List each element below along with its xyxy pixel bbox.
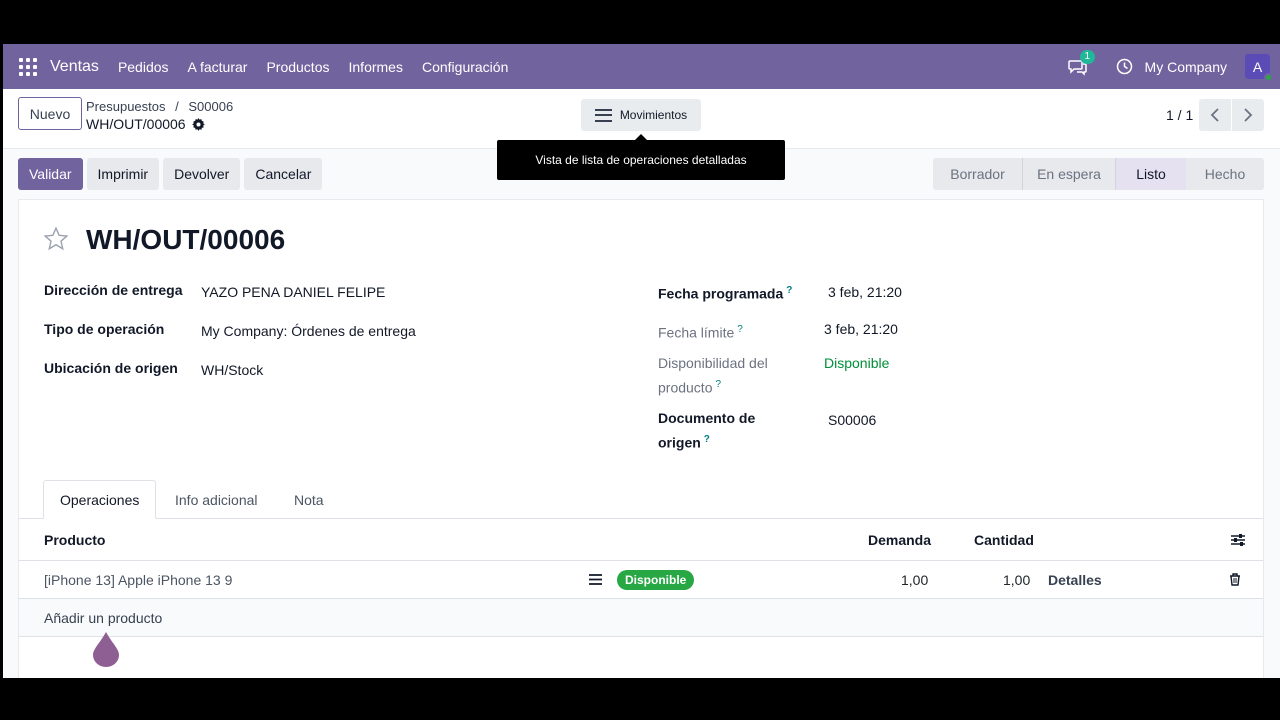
col-product[interactable]: Producto [44,520,105,560]
breadcrumb: Presupuestos / S00006 [86,99,233,114]
origin-document-label: Documento de origen? [658,408,755,454]
top-navbar: Ventas Pedidos A facturar Productos Info… [3,44,1280,89]
breadcrumb-presupuestos[interactable]: Presupuestos [86,99,166,114]
sliders-icon [1231,534,1245,546]
breadcrumb-order[interactable]: S00006 [188,99,233,114]
delivery-address-label: Dirección de entrega [44,282,183,298]
row-product[interactable]: [iPhone 13] Apple iPhone 13 9 [44,561,232,598]
cancel-button[interactable]: Cancelar [244,158,323,190]
row-demand[interactable]: 1,00 [901,561,928,598]
help-icon[interactable]: ? [715,379,721,390]
menu-pedidos[interactable]: Pedidos [118,59,169,75]
delivery-address-value[interactable]: YAZO PENA DANIEL FELIPE [201,284,385,300]
delete-row-button[interactable] [1229,561,1241,598]
print-button[interactable]: Imprimir [86,158,160,190]
row-status: Disponible [617,561,695,598]
gear-icon[interactable] [191,117,205,131]
menu-productos[interactable]: Productos [266,59,329,75]
scheduled-date-label: Fecha programada? [658,280,792,305]
add-product-row: Añadir un producto [19,599,1263,637]
app-window: Ventas Pedidos A facturar Productos Info… [3,44,1280,678]
deadline-label-text: Fecha límite [658,324,735,341]
star-icon[interactable] [43,226,69,252]
movements-label: Movimientos [619,108,688,122]
apps-menu-icon[interactable] [19,57,37,76]
availability-label-line1: Disponibilidad del [658,355,768,371]
scheduled-date-label-text: Fecha programada [658,285,784,302]
return-button[interactable]: Devolver [163,158,241,190]
scheduled-date-value[interactable]: 3 feb, 21:20 [828,284,902,300]
list-icon [594,108,612,122]
row-quantity[interactable]: 1,00 [1003,561,1030,598]
operation-type-value[interactable]: My Company: Órdenes de entrega [201,323,416,339]
list-icon [589,574,602,585]
validate-button[interactable]: Validar [18,158,83,190]
status-bar: Borrador En espera Listo Hecho [933,158,1264,190]
trash-icon [1230,573,1240,586]
source-location-label: Ubicación de origen [44,360,178,376]
notebook-tabs: Operaciones Info adicional Nota [19,480,1263,519]
record-title: WH/OUT/00006 [86,224,286,255]
stage-hecho[interactable]: Hecho [1186,158,1264,190]
company-switcher[interactable]: My Company [1145,59,1227,75]
col-demand[interactable]: Demanda [868,520,931,560]
table-header: Producto Demanda Cantidad [19,520,1263,561]
origin-document-label-line1: Documento de [658,410,756,426]
row-details-menu[interactable] [589,561,602,598]
col-quantity[interactable]: Cantidad [974,520,1034,560]
availability-label: Disponibilidad del producto? [658,353,768,399]
deadline-label: Fecha límite? [658,319,743,344]
drag-handle-icon [93,632,119,667]
help-icon[interactable]: ? [704,434,710,445]
pager-value[interactable]: 1 / 1 [1166,107,1193,123]
tab-nota[interactable]: Nota [278,480,340,519]
operation-type-label: Tipo de operación [44,321,165,337]
origin-document-label-line2: origen [658,434,701,451]
optional-columns-toggle[interactable] [1230,520,1246,560]
new-button[interactable]: Nuevo [18,97,82,130]
origin-document-value[interactable]: S00006 [828,412,876,428]
stage-borrador[interactable]: Borrador [933,158,1023,190]
menu-a-facturar[interactable]: A facturar [188,59,248,75]
activity-clock-icon[interactable] [1116,58,1133,75]
action-buttons: Validar Imprimir Devolver Cancelar [18,158,323,190]
app-name[interactable]: Ventas [50,58,99,76]
tab-info-adicional[interactable]: Info adicional [159,480,274,519]
message-count-badge: 1 [1079,49,1096,64]
chevron-right-icon [1244,108,1253,122]
menu-informes[interactable]: Informes [349,59,403,75]
online-status-dot [1264,73,1273,82]
record-name: WH/OUT/00006 [86,116,186,132]
tab-operaciones[interactable]: Operaciones [43,480,157,519]
deadline-value: 3 feb, 21:20 [824,321,898,337]
current-record: WH/OUT/00006 [86,116,205,132]
form-sheet: WH/OUT/00006 Dirección de entrega YAZO P… [18,199,1264,678]
row-details-link[interactable]: Detalles [1048,561,1102,598]
menu-configuracion[interactable]: Configuración [422,59,508,75]
status-badge: Disponible [617,569,695,590]
availability-label-line2: producto [658,379,713,396]
chevron-left-icon [1210,108,1219,122]
stage-listo-active[interactable]: Listo [1116,158,1186,190]
table-row[interactable]: [iPhone 13] Apple iPhone 13 9 Disponible… [19,561,1263,599]
user-avatar[interactable]: A [1245,54,1273,82]
help-icon[interactable]: ? [786,285,792,296]
pager-next-button[interactable] [1232,99,1264,131]
availability-value: Disponible [824,355,890,371]
messages-button[interactable]: 1 [1067,49,1096,76]
source-location-value[interactable]: WH/Stock [201,362,263,378]
movements-tooltip: Vista de lista de operaciones detalladas [497,134,785,180]
pager-previous-button[interactable] [1199,99,1231,131]
movements-button[interactable]: Movimientos [581,99,701,131]
avatar-letter: A [1252,58,1263,75]
help-icon[interactable]: ? [737,324,743,335]
stage-en-espera[interactable]: En espera [1023,158,1116,190]
breadcrumb-separator: / [175,99,179,114]
